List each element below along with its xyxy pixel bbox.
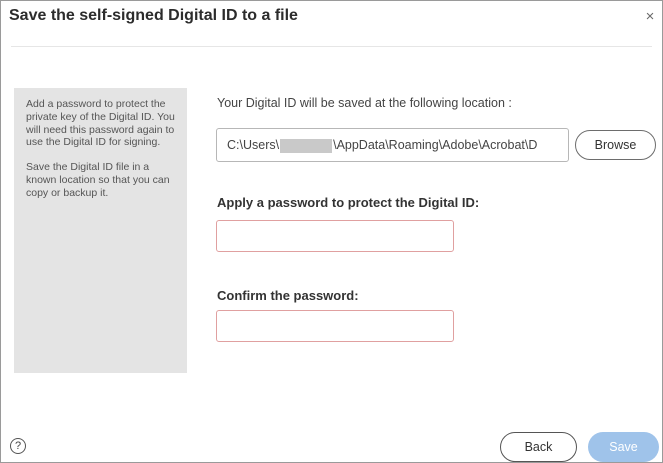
info-sidebar: Add a password to protect the private ke… [14,88,187,373]
save-digital-id-dialog: Save the self-signed Digital ID to a fil… [0,0,663,463]
confirm-password-label: Confirm the password: [217,288,359,303]
location-path-field[interactable]: C:\Users\ \AppData\Roaming\Adobe\Acrobat\… [216,128,569,162]
password-label: Apply a password to protect the Digital … [217,195,480,210]
dialog-title: Save the self-signed Digital ID to a fil… [9,7,298,24]
close-icon[interactable]: × [642,9,658,25]
help-icon[interactable]: ? [10,438,26,454]
password-input[interactable] [216,220,454,252]
save-button[interactable]: Save [588,432,659,462]
sidebar-paragraph-location: Save the Digital ID file in a known loca… [26,161,170,199]
path-prefix: C:\Users\ [227,138,280,152]
confirm-password-input[interactable] [216,310,454,342]
back-button[interactable]: Back [500,432,577,462]
location-label: Your Digital ID will be saved at the fol… [217,96,512,110]
redacted-username [280,138,333,153]
sidebar-paragraph-password: Add a password to protect the private ke… [26,98,175,149]
path-suffix: \AppData\Roaming\Adobe\Acrobat\D [333,138,538,152]
browse-button[interactable]: Browse [575,130,656,160]
title-divider [11,46,652,47]
